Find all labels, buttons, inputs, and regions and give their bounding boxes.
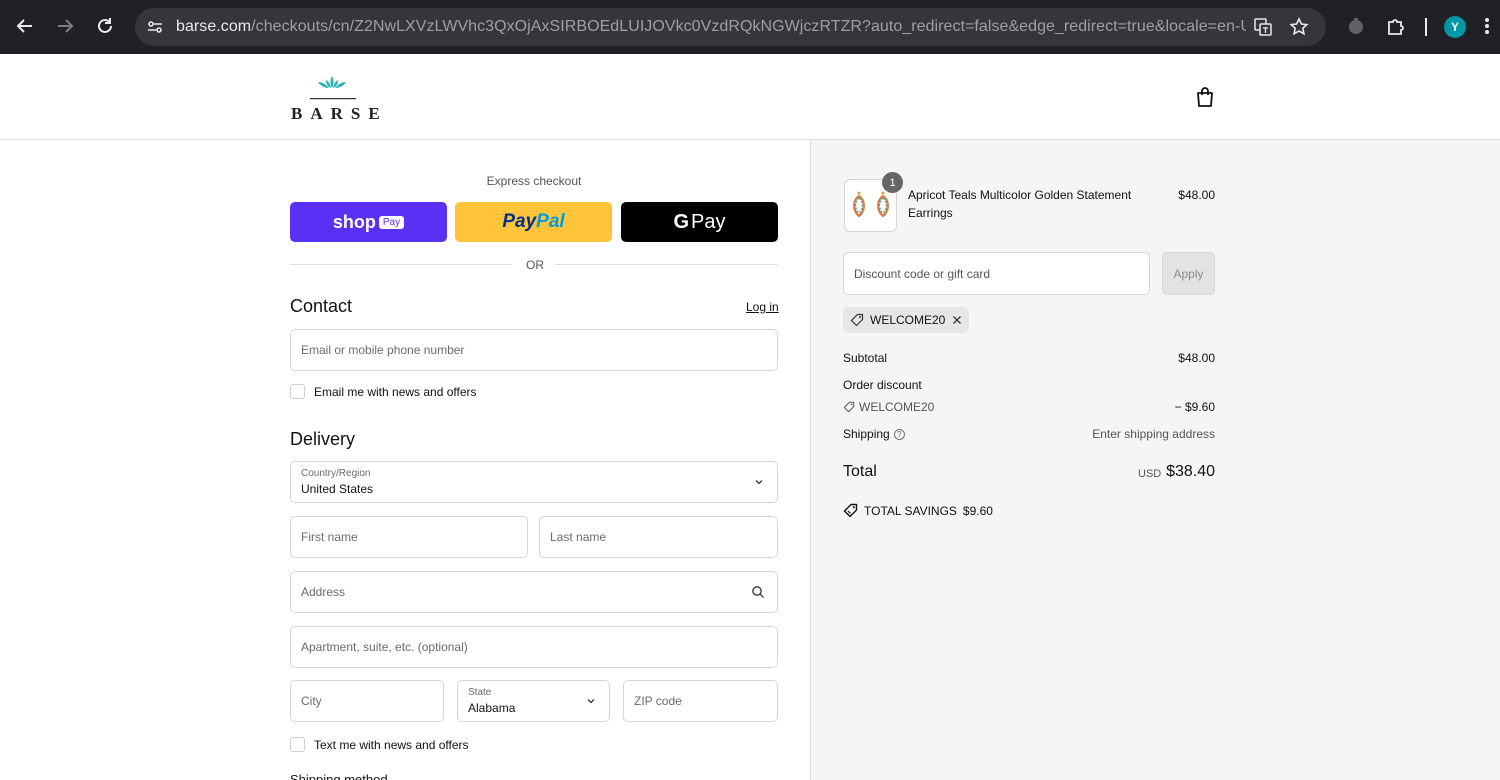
shipping-method-title: Shipping method	[290, 772, 388, 780]
city-field[interactable]: City	[290, 680, 444, 722]
total-savings: TOTAL SAVINGS $9.60	[843, 503, 993, 518]
state-label: State	[468, 687, 492, 698]
tag-icon	[850, 313, 864, 327]
zip-field[interactable]: ZIP code	[623, 680, 778, 722]
total-value: $38.40	[1166, 463, 1215, 480]
country-value: United States	[301, 482, 374, 496]
or-divider-right	[555, 264, 778, 265]
address-placeholder: Address	[301, 585, 346, 599]
zip-placeholder: ZIP code	[634, 694, 682, 708]
state-select[interactable]: State Alabama	[457, 680, 610, 722]
text-news-row[interactable]: Text me with news and offers	[290, 737, 469, 752]
discount-value: − $9.60	[1174, 400, 1215, 414]
savings-tag-icon	[843, 503, 858, 518]
state-value: Alabama	[468, 701, 516, 715]
shopping-bag-icon[interactable]	[1195, 86, 1215, 108]
first-name-placeholder: First name	[301, 530, 358, 544]
total-label: Total	[843, 463, 877, 480]
text-news-label: Text me with news and offers	[314, 737, 469, 752]
total-currency: USD	[1138, 468, 1162, 480]
back-icon[interactable]	[12, 13, 38, 39]
logo-wordmark: BARSE	[291, 104, 388, 123]
site-info-icon[interactable]	[145, 17, 165, 37]
log-in-link[interactable]: Log in	[746, 300, 779, 314]
site-header: BARSE	[0, 54, 1500, 140]
url-text[interactable]: barse.com/checkouts/cn/Z2NwLXVzLWVhc3QxO…	[176, 18, 1246, 36]
reload-icon[interactable]	[92, 13, 118, 39]
translate-icon[interactable]	[1253, 17, 1273, 37]
subtotal-label: Subtotal	[843, 351, 888, 365]
email-news-row[interactable]: Email me with news and offers	[290, 384, 477, 399]
savings-label: TOTAL SAVINGS	[864, 503, 957, 518]
delivery-title: Delivery	[290, 429, 356, 449]
more-icon[interactable]	[1484, 15, 1494, 37]
address-bar[interactable]: barse.com/checkouts/cn/Z2NwLXVzLWVhc3QxO…	[135, 8, 1326, 46]
last-name-field[interactable]: Last name	[539, 516, 778, 558]
google-pay-button[interactable]: G Pay	[621, 202, 778, 242]
email-field[interactable]: Email or mobile phone number	[290, 329, 778, 371]
shipping-row: Shipping? Enter shipping address	[843, 427, 1215, 441]
text-news-checkbox[interactable]	[290, 737, 305, 752]
forward-icon[interactable]	[52, 13, 78, 39]
remove-code-icon[interactable]	[952, 315, 962, 325]
shop-pay-button[interactable]: shop Pay	[290, 202, 447, 242]
apartment-placeholder: Apartment, suite, etc. (optional)	[301, 640, 468, 654]
puzzle-icon[interactable]	[1385, 15, 1407, 37]
shipping-label: Shipping	[843, 427, 890, 441]
savings-value: $9.60	[962, 503, 993, 518]
product-price: $48.00	[1178, 188, 1215, 202]
search-icon	[752, 586, 764, 598]
country-select[interactable]: Country/Region United States	[290, 461, 778, 503]
extension-icon[interactable]	[1345, 15, 1367, 37]
discount-code-label: WELCOME20	[859, 400, 935, 414]
browser-chrome: barse.com/checkouts/cn/Z2NwLXVzLWVhc3QxO…	[0, 0, 1500, 54]
email-news-label: Email me with news and offers	[314, 384, 477, 399]
shipping-value: Enter shipping address	[1092, 427, 1215, 441]
help-icon[interactable]: ?	[893, 429, 905, 441]
or-divider-text: OR	[526, 258, 544, 272]
last-name-placeholder: Last name	[550, 530, 607, 544]
chevron-down-icon	[755, 480, 763, 485]
apartment-field[interactable]: Apartment, suite, etc. (optional)	[290, 626, 778, 668]
toolbar-divider	[1425, 18, 1427, 36]
applied-code-chip: WELCOME20	[843, 307, 969, 333]
first-name-field[interactable]: First name	[290, 516, 528, 558]
discount-code-row: WELCOME20 − $9.60	[843, 400, 1215, 414]
city-placeholder: City	[301, 694, 322, 708]
express-checkout-label: Express checkout	[486, 174, 582, 188]
subtotal-row: Subtotal $48.00	[843, 351, 1215, 365]
order-discount-row: Order discount	[843, 378, 1215, 392]
country-label: Country/Region	[301, 468, 371, 479]
order-summary-panel	[810, 140, 1500, 780]
discount-placeholder: Discount code or gift card	[854, 267, 991, 281]
email-placeholder: Email or mobile phone number	[301, 343, 465, 357]
tag-icon	[843, 401, 855, 413]
order-discount-label: Order discount	[843, 378, 922, 392]
chevron-down-icon	[587, 699, 595, 704]
applied-code-text: WELCOME20	[870, 313, 946, 327]
quantity-badge: 1	[882, 172, 903, 193]
contact-title: Contact	[290, 296, 353, 316]
bookmark-star-icon[interactable]	[1289, 17, 1309, 37]
paypal-button[interactable]: Pay Pal	[455, 202, 612, 242]
subtotal-value: $48.00	[1178, 351, 1215, 365]
product-name: Apricot Teals Multicolor Golden Statemen…	[908, 188, 1132, 220]
address-field[interactable]: Address	[290, 571, 778, 613]
discount-code-field[interactable]: Discount code or gift card	[843, 252, 1150, 295]
apply-button[interactable]: Apply	[1162, 252, 1215, 295]
profile-avatar[interactable]: Y	[1444, 16, 1466, 38]
email-news-checkbox[interactable]	[290, 384, 305, 399]
or-divider-left	[290, 264, 512, 265]
